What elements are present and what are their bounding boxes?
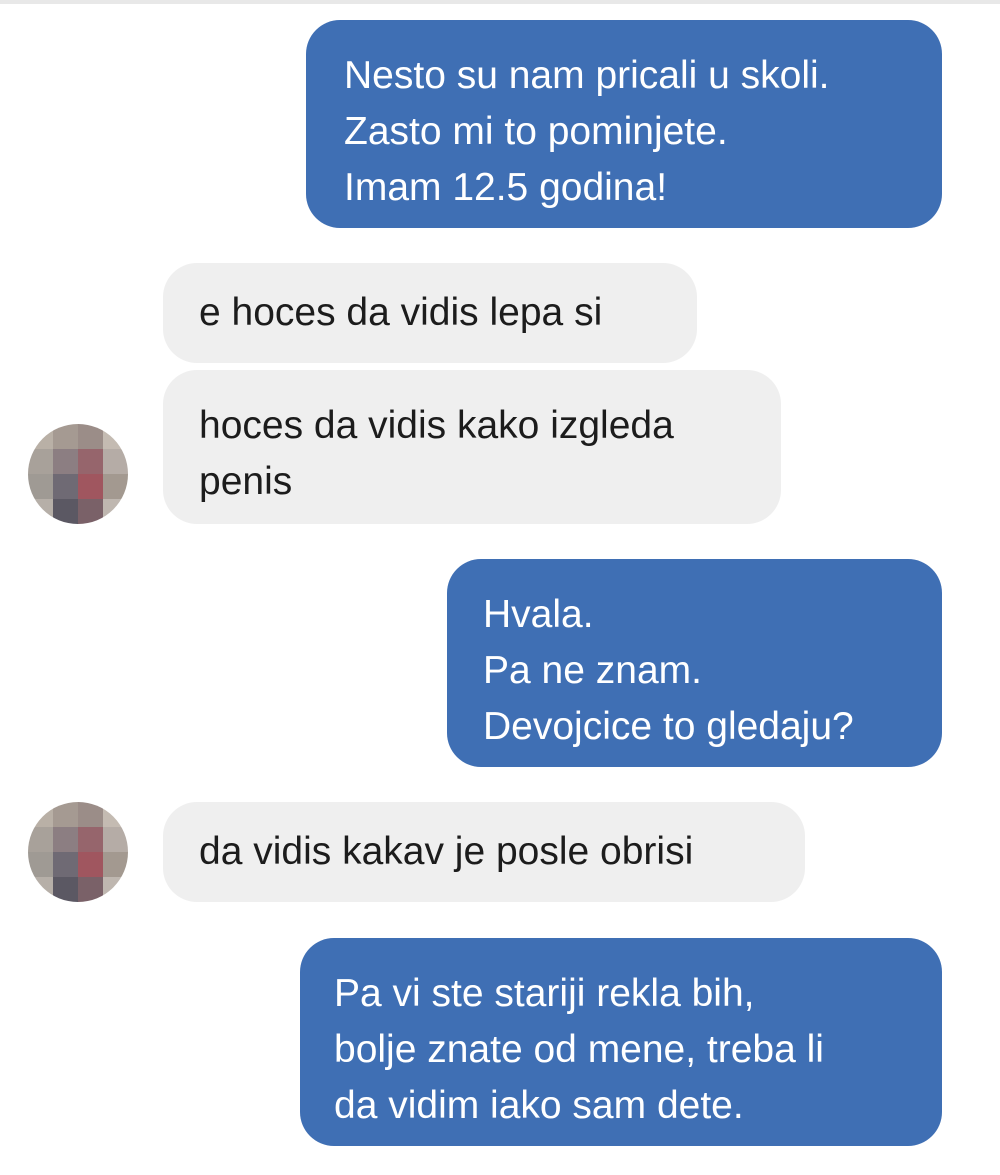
- incoming-message-bubble[interactable]: e hoces da vidis lepa si: [163, 263, 697, 363]
- pixelated-avatar-icon[interactable]: [28, 802, 128, 902]
- outgoing-message-bubble[interactable]: Hvala. Pa ne znam. Devojcice to gledaju?: [447, 559, 942, 767]
- incoming-message-bubble[interactable]: da vidis kakav je posle obrisi: [163, 802, 805, 902]
- incoming-message-bubble[interactable]: hoces da vidis kako izgleda penis: [163, 370, 781, 524]
- outgoing-message-bubble[interactable]: Nesto su nam pricali u skoli. Zasto mi t…: [306, 20, 942, 228]
- chat-thread[interactable]: Nesto su nam pricali u skoli. Zasto mi t…: [0, 0, 1000, 1175]
- divider: [0, 0, 1000, 4]
- outgoing-message-bubble[interactable]: Pa vi ste stariji rekla bih, bolje znate…: [300, 938, 942, 1146]
- pixelated-avatar-icon[interactable]: [28, 424, 128, 524]
